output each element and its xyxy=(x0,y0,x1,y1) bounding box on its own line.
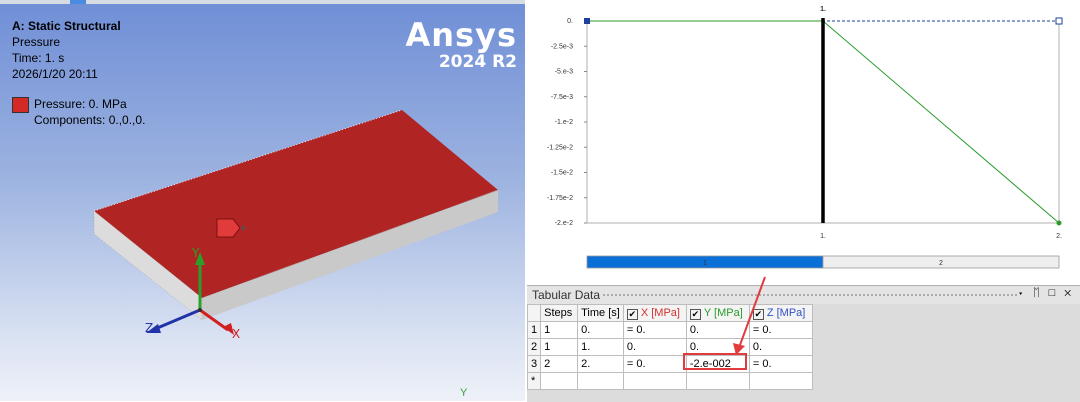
cell-time[interactable]: 2. xyxy=(577,355,624,373)
brand-name: Ansys xyxy=(405,16,517,54)
cell-step[interactable]: 1 xyxy=(540,321,579,339)
bottom-axis-label: Y xyxy=(460,387,468,399)
row-index: 3 xyxy=(526,355,542,373)
data-point-marker xyxy=(1056,220,1062,226)
col-x[interactable]: ✔ X [MPa] xyxy=(622,304,687,322)
tabular-data-panel: Tabular Data ▾ ᛖ □ ✕ Steps Time [s] ✔ X [… xyxy=(526,285,1080,402)
tabular-header: Tabular Data ▾ ᛖ □ ✕ xyxy=(527,286,1080,304)
axis-label-y: Y xyxy=(192,246,200,260)
cell-step[interactable]: 1 xyxy=(540,338,579,356)
cell-x[interactable]: = 0. xyxy=(622,355,687,373)
axis-label-z: Z xyxy=(145,321,154,335)
col-x-label: X [MPa] xyxy=(640,307,680,319)
cell-z[interactable]: = 0. xyxy=(748,355,813,373)
y-tick-label: -1.e-2 xyxy=(555,119,573,126)
analysis-date: 2026/1/20 20:11 xyxy=(12,67,98,81)
x-tick-label: 1. xyxy=(820,233,826,240)
analysis-info: A: Static Structural Pressure Time: 1. s… xyxy=(12,18,121,82)
step-bar-label: 1 xyxy=(703,260,707,267)
col-y-label: Y [MPa] xyxy=(703,307,743,319)
header-row: Steps Time [s] ✔ X [MPa] ✔ Y [MPa] ✔ Z [MPa… xyxy=(526,304,813,322)
data-point-marker xyxy=(584,18,590,24)
tabular-grid[interactable]: Steps Time [s] ✔ X [MPa] ✔ Y [MPa] ✔ Z [MPa… xyxy=(526,304,813,390)
cell-step[interactable]: 2 xyxy=(540,355,579,373)
cell-y[interactable]: 0. xyxy=(685,321,750,339)
new-row-marker: * xyxy=(526,372,542,390)
step-bar-label: 2 xyxy=(939,260,943,267)
analysis-time: Time: 1. s xyxy=(12,51,65,65)
row-index: 2 xyxy=(526,338,542,356)
y-tick-label: -1.75e-2 xyxy=(547,195,573,202)
y-tick-label: -5.e-3 xyxy=(555,69,573,76)
cell-empty[interactable] xyxy=(622,372,687,390)
table-row[interactable]: 1 1 0. = 0. 0. = 0. xyxy=(526,321,813,339)
col-time[interactable]: Time [s] xyxy=(577,304,624,322)
highlight-box xyxy=(683,353,747,370)
graphics-viewport[interactable]: A: Static Structural Pressure Time: 1. s… xyxy=(0,0,525,401)
col-z-label: Z [MPa] xyxy=(766,307,806,319)
load-history-chart[interactable]: 0. -2.5e-3 -5.e-3 -7.5e-3 -1.e-2 -1.25e-2 -1.5… xyxy=(527,0,1080,280)
time-cursor-label: 1. xyxy=(820,6,826,13)
y-tick-label: -1.5e-2 xyxy=(551,170,573,177)
new-row[interactable]: * xyxy=(526,372,813,390)
cell-time[interactable]: 0. xyxy=(577,321,624,339)
cell-empty[interactable] xyxy=(685,372,750,390)
data-point-marker xyxy=(1055,17,1063,25)
cell-empty[interactable] xyxy=(748,372,813,390)
col-steps[interactable]: Steps xyxy=(540,304,579,322)
y-tick-label: -7.5e-3 xyxy=(551,94,573,101)
z-check-icon[interactable]: ✔ xyxy=(752,309,764,320)
tabular-title: Tabular Data xyxy=(532,288,601,302)
corner-cell xyxy=(526,304,542,322)
cell-z[interactable]: 0. xyxy=(748,338,813,356)
axis-label-x: X xyxy=(232,327,241,341)
y-tick-label: -1.25e-2 xyxy=(547,144,573,151)
y-tick-label: -2.e-2 xyxy=(555,220,573,227)
y-check-icon[interactable]: ✔ xyxy=(689,309,701,320)
cell-empty[interactable] xyxy=(540,372,579,390)
panel-grip[interactable] xyxy=(602,293,1018,297)
analysis-title: A: Static Structural xyxy=(12,19,121,33)
cell-z[interactable]: = 0. xyxy=(748,321,813,339)
row-index: 1 xyxy=(526,321,542,339)
chart-svg[interactable]: 0. -2.5e-3 -5.e-3 -7.5e-3 -1.e-2 -1.25e-2 -1.5… xyxy=(527,0,1080,280)
legend-pressure-label: Pressure: 0. MPa xyxy=(34,97,127,111)
y-tick-label: -2.5e-3 xyxy=(551,43,573,50)
x-check-icon[interactable]: ✔ xyxy=(626,309,638,320)
ansys-logo: Ansys 2024 R2 xyxy=(406,18,518,72)
cell-time[interactable]: 1. xyxy=(577,338,624,356)
panel-window-buttons[interactable]: ▾ ᛖ □ ✕ xyxy=(1017,287,1074,299)
analysis-subtitle: Pressure xyxy=(12,35,61,49)
x-tick-label: 2. xyxy=(1056,233,1062,240)
cell-x[interactable]: = 0. xyxy=(622,321,687,339)
cell-empty[interactable] xyxy=(577,372,624,390)
y-tick-label: 0. xyxy=(567,18,573,25)
col-z[interactable]: ✔ Z [MPa] xyxy=(748,304,813,322)
col-y[interactable]: ✔ Y [MPa] xyxy=(685,304,750,322)
brand-version: 2024 R2 xyxy=(438,52,517,72)
pressure-swatch xyxy=(12,97,29,113)
legend-components-label: Components: 0.,0.,0. xyxy=(34,113,146,127)
table-row[interactable]: 3 2 2. = 0. -2.e-002 = 0. xyxy=(526,355,813,373)
cell-x[interactable]: 0. xyxy=(622,338,687,356)
table-row[interactable]: 2 1 1. 0. 0. 0. xyxy=(526,338,813,356)
